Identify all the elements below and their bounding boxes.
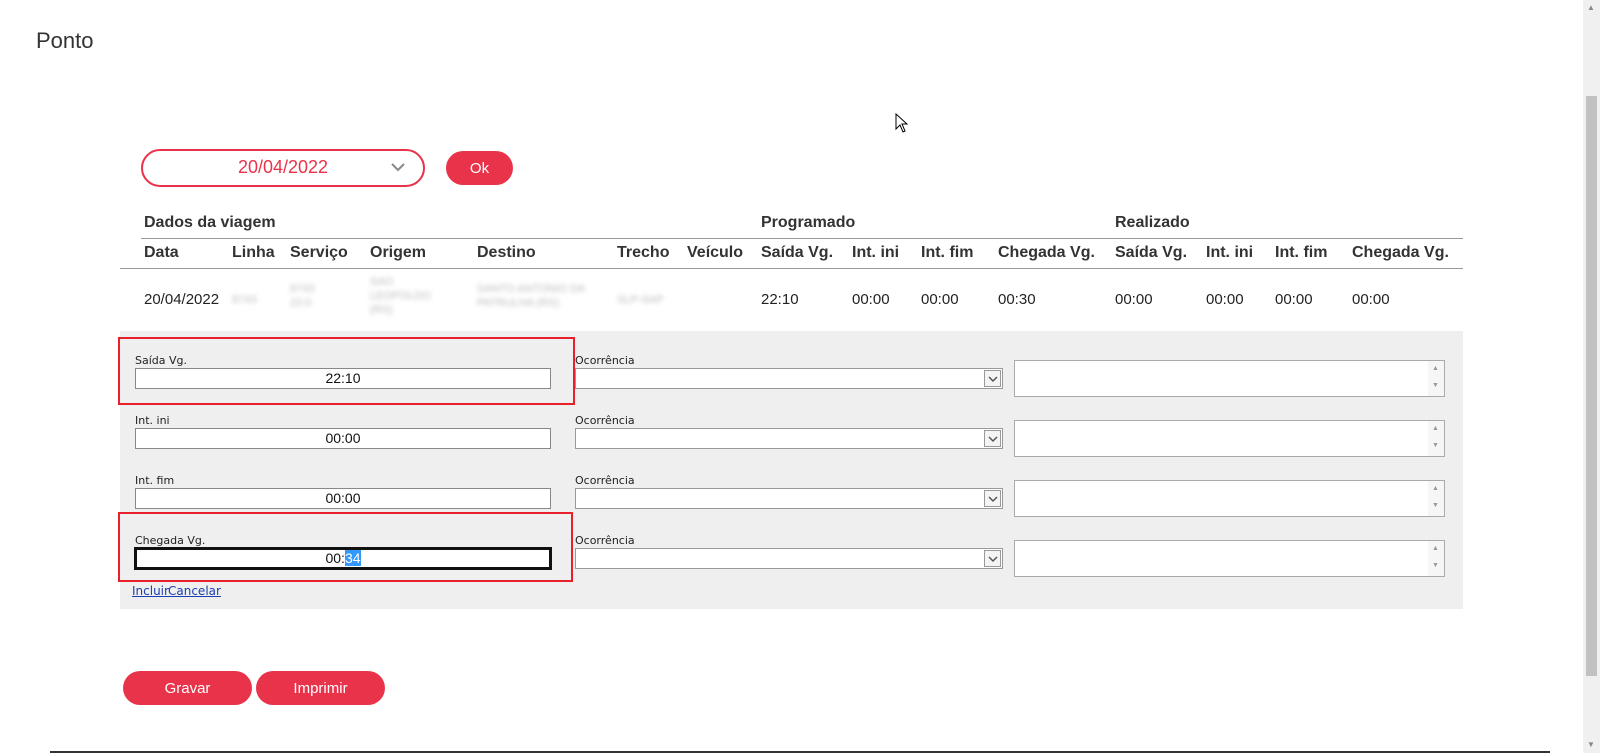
col-trecho: Trecho: [617, 244, 670, 261]
occurrence-label: Ocorrência: [575, 474, 635, 487]
ok-button[interactable]: Ok: [446, 151, 513, 185]
save-button[interactable]: Gravar: [123, 671, 252, 705]
group-trip-data: Dados da viagem: [144, 214, 276, 231]
highlight-box-chegada: [118, 512, 573, 582]
cell-linha: 8743: [232, 294, 257, 306]
group-scheduled: Programado: [761, 214, 856, 231]
cell-origem: SAO LEOPOLDO (RS): [370, 276, 431, 316]
scroll-up-icon[interactable]: ▲: [1432, 485, 1439, 492]
cell-prog-chegada: 00:30: [998, 291, 1036, 308]
cell-data: 20/04/2022: [144, 291, 220, 308]
occurrence-select[interactable]: [575, 548, 1003, 569]
col-servico: Serviço: [290, 244, 348, 261]
scrollbar[interactable]: ▲ ▼: [1428, 361, 1444, 396]
col-prog-int-fim: Int. fim: [921, 244, 974, 261]
mouse-cursor-icon: [895, 113, 909, 133]
cell-real-saida: 00:00: [1115, 291, 1153, 308]
col-real-int-ini: Int. ini: [1206, 244, 1254, 261]
scroll-down-icon[interactable]: ▼: [1432, 562, 1439, 569]
note-textarea[interactable]: ▲ ▼: [1014, 480, 1445, 517]
col-linha: Linha: [232, 244, 275, 261]
dropdown-button[interactable]: [984, 430, 1001, 447]
cell-servico: 8743 22:0: [290, 283, 315, 309]
occurrence-select[interactable]: [575, 368, 1003, 389]
scrollbar[interactable]: ▲ ▼: [1428, 541, 1444, 576]
occurrence-label: Ocorrência: [575, 534, 635, 547]
note-textarea[interactable]: ▲ ▼: [1014, 360, 1445, 397]
dropdown-button[interactable]: [984, 490, 1001, 507]
date-select-value: 20/04/2022: [237, 157, 329, 177]
chevron-down-icon: [988, 436, 998, 443]
print-button[interactable]: Imprimir: [256, 671, 385, 705]
col-real-chegada: Chegada Vg.: [1352, 244, 1449, 261]
scroll-up-icon[interactable]: ▲: [1587, 3, 1595, 12]
dropdown-button[interactable]: [984, 550, 1001, 567]
chevron-down-icon: [391, 163, 405, 172]
cell-prog-int-ini: 00:00: [852, 291, 890, 308]
occurrence-select[interactable]: [575, 428, 1003, 449]
col-prog-saida: Saída Vg.: [761, 244, 834, 261]
scroll-up-icon[interactable]: ▲: [1432, 545, 1439, 552]
cell-real-int-fim: 00:00: [1275, 291, 1313, 308]
chevron-down-icon: [988, 376, 998, 383]
col-origem: Origem: [370, 244, 427, 261]
note-textarea[interactable]: ▲ ▼: [1014, 540, 1445, 577]
date-select[interactable]: 20/04/2022: [141, 149, 425, 187]
scroll-down-icon[interactable]: ▼: [1432, 442, 1439, 449]
chevron-down-icon: [988, 556, 998, 563]
chevron-down-icon: [988, 496, 998, 503]
scrollbar[interactable]: ▲ ▼: [1428, 481, 1444, 516]
cell-real-chegada: 00:00: [1352, 291, 1390, 308]
scroll-up-icon[interactable]: ▲: [1432, 425, 1439, 432]
header-bottom-divider: [120, 268, 1463, 269]
field-label-int-ini: Int. ini: [135, 414, 170, 427]
cell-trecho: SLP-SAP: [617, 294, 664, 306]
note-textarea[interactable]: ▲ ▼: [1014, 420, 1445, 457]
cell-prog-int-fim: 00:00: [921, 291, 959, 308]
occurrence-label: Ocorrência: [575, 414, 635, 427]
occurrence-select[interactable]: [575, 488, 1003, 509]
occurrence-label: Ocorrência: [575, 354, 635, 367]
col-destino: Destino: [477, 244, 536, 261]
col-real-int-fim: Int. fim: [1275, 244, 1328, 261]
cell-destino: SANTO ANTONIO DA PATRULHA (RS): [477, 283, 585, 309]
page-scrollbar[interactable]: ▲ ▼: [1583, 0, 1600, 753]
col-data: Data: [144, 244, 179, 261]
scroll-up-icon[interactable]: ▲: [1432, 365, 1439, 372]
scroll-down-icon[interactable]: ▼: [1432, 502, 1439, 509]
cancel-link[interactable]: Cancelar: [168, 584, 221, 598]
group-actual: Realizado: [1115, 214, 1190, 231]
page-title: Ponto: [36, 28, 94, 53]
dropdown-button[interactable]: [984, 370, 1001, 387]
field-label-int-fim: Int. fim: [135, 474, 175, 487]
col-prog-int-ini: Int. ini: [852, 244, 900, 261]
cell-real-int-ini: 00:00: [1206, 291, 1244, 308]
highlight-box-saida: [118, 337, 575, 405]
cell-prog-saida: 22:10: [761, 291, 799, 308]
scrollbar-thumb[interactable]: [1586, 96, 1597, 676]
col-real-saida: Saída Vg.: [1115, 244, 1188, 261]
col-prog-chegada: Chegada Vg.: [998, 244, 1095, 261]
scroll-down-icon[interactable]: ▼: [1587, 740, 1595, 749]
header-divider: [141, 238, 1463, 239]
int-fim-input[interactable]: 00:00: [135, 488, 551, 509]
int-ini-input[interactable]: 00:00: [135, 428, 551, 449]
col-veiculo: Veículo: [687, 244, 744, 261]
scrollbar[interactable]: ▲ ▼: [1428, 421, 1444, 456]
include-link[interactable]: Incluir: [132, 584, 169, 598]
scroll-down-icon[interactable]: ▼: [1432, 382, 1439, 389]
